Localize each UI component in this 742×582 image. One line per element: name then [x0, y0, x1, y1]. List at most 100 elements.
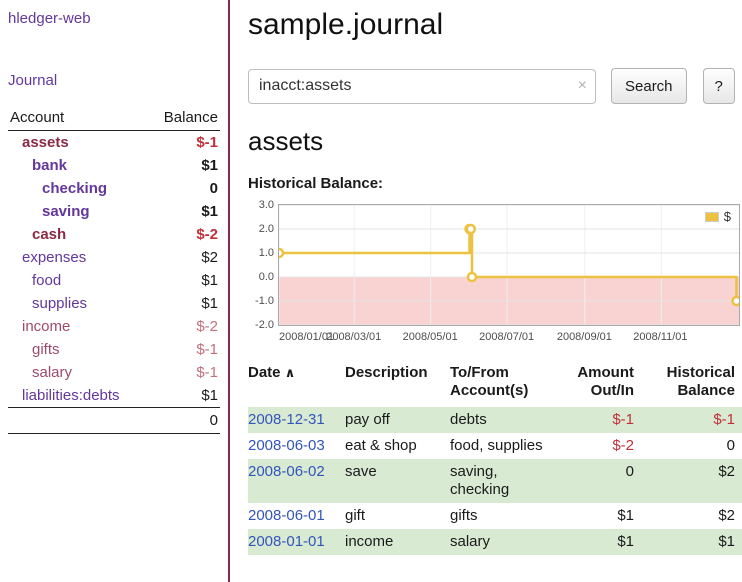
- account-name-cell: food: [8, 269, 147, 292]
- series-label: $: [724, 209, 731, 224]
- transaction-accounts: saving, checking: [450, 459, 570, 503]
- transaction-balance: $2: [642, 459, 742, 503]
- account-balance: $-1: [147, 338, 220, 361]
- y-axis-label: 2.0: [248, 223, 274, 235]
- account-balance: $1: [147, 200, 220, 223]
- register-header-balance: Historical Balance: [642, 364, 742, 407]
- accounts-table: Account Balance assets$-1bank$1checking0…: [8, 107, 220, 434]
- x-axis-label: 2008/09/01: [557, 331, 612, 343]
- account-link-food[interactable]: food: [32, 272, 61, 289]
- accounts-header-balance: Balance: [147, 107, 220, 131]
- y-axis-label: 0.0: [248, 271, 274, 283]
- transaction-amount: $-2: [570, 433, 642, 459]
- transaction-date-link[interactable]: 2008-12-31: [248, 411, 325, 428]
- account-link-saving[interactable]: saving: [42, 203, 90, 220]
- account-name-cell: saving: [8, 200, 147, 223]
- transaction-description: income: [345, 529, 450, 555]
- main-content: sample.journal × Search ? assets Histori…: [248, 0, 742, 582]
- account-link-liabilities-debts[interactable]: liabilities:debts: [22, 387, 120, 404]
- account-row: assets$-1: [8, 131, 220, 155]
- account-row: cash$-2: [8, 223, 220, 246]
- account-balance: $1: [147, 154, 220, 177]
- transaction-description: gift: [345, 503, 450, 529]
- register-header-date[interactable]: Date ∧: [248, 364, 345, 407]
- account-row: food $1: [8, 269, 220, 292]
- transaction-row[interactable]: 2008-06-02 savesaving, checking0$2: [248, 459, 742, 503]
- register-table: Date ∧ Description To/From Account(s) Am…: [248, 364, 742, 555]
- account-heading: assets: [248, 126, 742, 157]
- transaction-date-cell: 2008-06-01: [248, 503, 345, 529]
- account-name-cell: gifts: [8, 338, 147, 361]
- account-balance: $2: [147, 246, 220, 269]
- account-name-cell: assets: [8, 131, 147, 155]
- transaction-date-link[interactable]: 2008-06-03: [248, 437, 325, 454]
- balance-chart: 3.02.01.00.0-1.0-2.0 $ 2008/01/012008/03…: [248, 202, 742, 346]
- account-link-bank[interactable]: bank: [32, 157, 67, 174]
- transaction-balance: $-1: [642, 407, 742, 433]
- nav-journal-link[interactable]: Journal: [8, 72, 57, 89]
- account-link-assets[interactable]: assets: [22, 134, 69, 151]
- account-link-checking[interactable]: checking: [42, 180, 107, 197]
- transaction-row[interactable]: 2008-06-03eat & shopfood, supplies$-20: [248, 433, 742, 459]
- transaction-row[interactable]: 2008-12-31pay offdebts$-1$-1: [248, 407, 742, 433]
- account-link-expenses[interactable]: expenses: [22, 249, 86, 266]
- transaction-amount: $1: [570, 503, 642, 529]
- transaction-amount: 0: [570, 459, 642, 503]
- account-name-cell: bank: [8, 154, 147, 177]
- transaction-date-cell: 2008-06-02: [248, 459, 345, 503]
- y-axis-label: 1.0: [248, 247, 274, 259]
- accounts-header-account: Account: [8, 107, 147, 131]
- transaction-description: save: [345, 459, 450, 503]
- transaction-description: eat & shop: [345, 433, 450, 459]
- page-title: sample.journal: [248, 8, 742, 42]
- x-axis-labels: 2008/01/012008/03/012008/05/012008/07/01…: [279, 331, 741, 345]
- transaction-description: pay off: [345, 407, 450, 433]
- transaction-date-link[interactable]: 2008-06-02: [248, 463, 325, 480]
- account-link-salary[interactable]: salary: [32, 364, 72, 381]
- account-balance: $-1: [147, 361, 220, 384]
- account-balance: $1: [147, 292, 220, 315]
- x-axis-label: 2008/05/01: [403, 331, 458, 343]
- transaction-balance: 0: [642, 433, 742, 459]
- transaction-amount: $-1: [570, 407, 642, 433]
- account-row: gifts $-1: [8, 338, 220, 361]
- x-axis-label: 2008/07/01: [479, 331, 534, 343]
- account-balance: $-2: [147, 315, 220, 338]
- account-link-supplies[interactable]: supplies: [32, 295, 87, 312]
- transaction-date-link[interactable]: 2008-01-01: [248, 533, 325, 550]
- app-title-link[interactable]: hledger-web: [8, 10, 220, 27]
- account-link-income[interactable]: income: [22, 318, 70, 335]
- account-row: saving $1: [8, 200, 220, 223]
- accounts-header-row: Account Balance: [8, 107, 220, 131]
- transaction-balance: $1: [642, 529, 742, 555]
- account-row: checking 0: [8, 177, 220, 200]
- register-header-accounts: To/From Account(s): [450, 364, 570, 407]
- register-header-amount: Amount Out/In: [570, 364, 642, 407]
- transaction-date-link[interactable]: 2008-06-01: [248, 507, 325, 524]
- account-row: salary $-1: [8, 361, 220, 384]
- account-balance: $1: [147, 269, 220, 292]
- transaction-row[interactable]: 2008-01-01incomesalary$1$1: [248, 529, 742, 555]
- plot-area: $: [278, 204, 740, 326]
- register-header-row: Date ∧ Description To/From Account(s) Am…: [248, 364, 742, 407]
- accounts-total-row: 0: [8, 408, 220, 434]
- help-button[interactable]: ?: [703, 68, 735, 104]
- clear-search-icon[interactable]: ×: [578, 77, 587, 95]
- y-axis-label: -1.0: [248, 295, 274, 307]
- sort-ascending-icon: ∧: [285, 365, 296, 380]
- account-row: expenses $2: [8, 246, 220, 269]
- account-link-gifts[interactable]: gifts: [32, 341, 60, 358]
- account-name-cell: checking: [8, 177, 147, 200]
- account-link-cash[interactable]: cash: [32, 226, 66, 243]
- search-button[interactable]: Search: [611, 68, 687, 104]
- search-input[interactable]: [248, 69, 596, 104]
- x-axis-label: 2008/11/01: [633, 331, 687, 343]
- account-balance: 0: [147, 177, 220, 200]
- search-form: × Search ?: [248, 68, 742, 104]
- transaction-accounts: debts: [450, 407, 570, 433]
- account-name-cell: salary: [8, 361, 147, 384]
- register-header-description: Description: [345, 364, 450, 407]
- account-row: bank $1: [8, 154, 220, 177]
- transaction-row[interactable]: 2008-06-01giftgifts$1$2: [248, 503, 742, 529]
- account-name-cell: expenses: [8, 246, 147, 269]
